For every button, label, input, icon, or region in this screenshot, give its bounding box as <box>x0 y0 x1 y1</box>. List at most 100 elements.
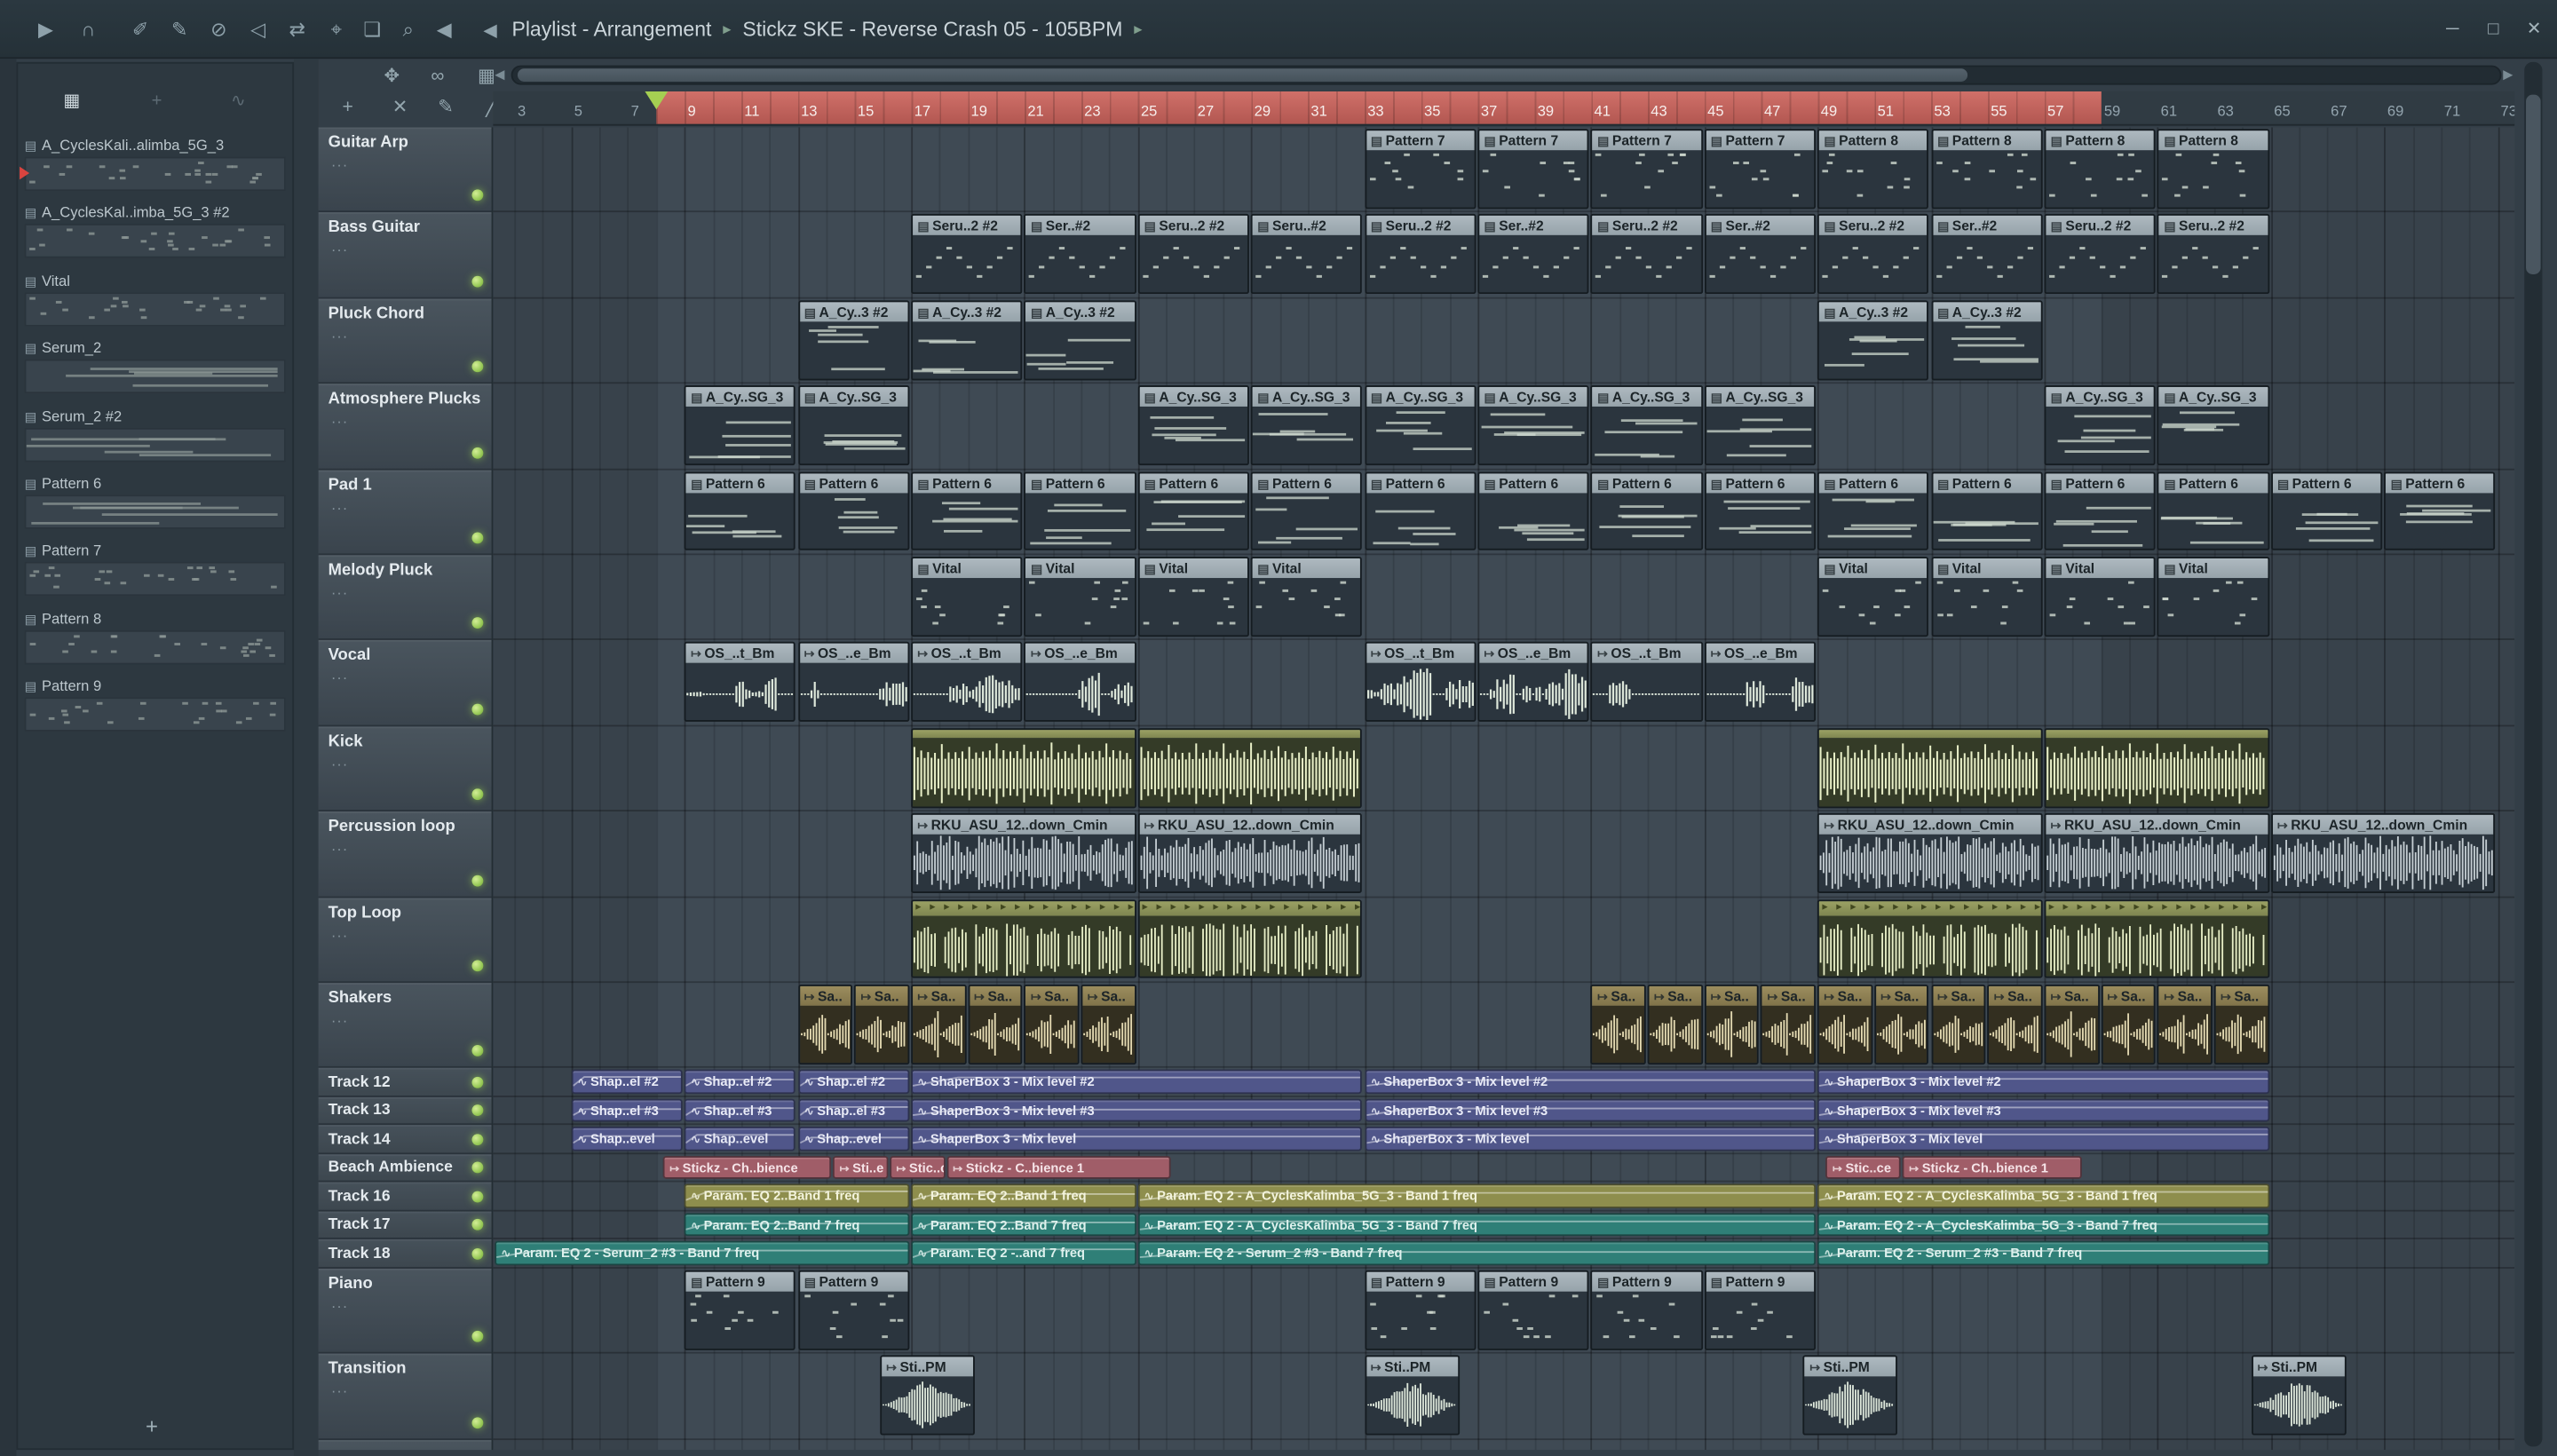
automation-clip[interactable]: ∿ Shap..el #2 <box>684 1070 796 1094</box>
pattern-clip[interactable]: ▤ Pattern 7 <box>1364 129 1476 210</box>
audio-clip[interactable]: ↦ OS_..t_Bm <box>1364 642 1476 723</box>
track-mute-led[interactable] <box>471 447 484 459</box>
audio-clip[interactable]: ↦ Sa.. <box>797 984 853 1064</box>
track-mute-led[interactable] <box>471 1133 484 1145</box>
track-header[interactable]: Track 12 <box>318 1068 492 1097</box>
track-header[interactable]: Shakers... <box>318 983 492 1069</box>
track-options[interactable]: ... <box>331 1009 348 1025</box>
pattern-clip[interactable]: ▤ Pattern 8 <box>1930 129 2043 210</box>
automation-clip[interactable]: ∿ Param. EQ 2..Band 7 freq <box>684 1213 910 1237</box>
pattern-clip[interactable]: ▤ Seru..2 #2 <box>2157 214 2269 295</box>
track-options[interactable]: ... <box>331 154 348 170</box>
automation-clip[interactable]: ∿ ShaperBox 3 - Mix level <box>1817 1127 2269 1151</box>
audio-clip[interactable]: ↦ Stickz - Ch..bience <box>662 1155 832 1180</box>
magnifier-icon[interactable]: ⌕ <box>392 15 424 44</box>
pattern-item[interactable]: ▤ Pattern 7 <box>24 540 286 602</box>
delete-tool-icon[interactable]: ✕ <box>385 95 415 121</box>
automation-clip[interactable]: ∿ Param. EQ 2..Band 1 freq <box>911 1184 1136 1208</box>
pattern-clip[interactable]: ▤ Vital <box>1250 557 1363 637</box>
track-header[interactable]: Track 14 <box>318 1125 492 1155</box>
pattern-clip[interactable]: ▤ A_Cy..3 #2 <box>911 300 1023 380</box>
track-mute-led[interactable] <box>471 960 484 972</box>
track-header[interactable]: Track 17 <box>318 1211 492 1240</box>
automation-clip[interactable]: ∿ ShaperBox 3 - Mix level #3 <box>911 1098 1363 1123</box>
audio-clip[interactable]: ↦ Sa.. <box>911 984 966 1064</box>
pattern-clip[interactable]: ▤ Vital <box>1930 557 2043 637</box>
audio-clip[interactable]: ▸ ▸ ▸ ▸ ▸ ▸ ▸ ▸ ▸ ▸ ▸ ▸ ▸ ▸ ▸ ▸ ▸ <box>1817 898 2043 979</box>
track-options[interactable]: ... <box>331 239 348 255</box>
pattern-clip[interactable]: ▤ A_Cy..3 #2 <box>1930 300 2043 380</box>
audio-clip[interactable]: ↦ Sa.. <box>1704 984 1760 1064</box>
automation-clip[interactable]: ∿ Param. EQ 2 - Serum_2 #3 - Band 7 freq <box>1137 1241 1817 1266</box>
automation-clip[interactable]: ∿ ShaperBox 3 - Mix level #3 <box>1364 1098 1817 1123</box>
automation-clip[interactable]: ∿ Shap..evel <box>797 1127 910 1151</box>
slip-tool-icon[interactable]: ∞ <box>423 64 452 90</box>
pattern-clip[interactable]: ▤ Pattern 9 <box>1704 1270 1817 1350</box>
automation-clip[interactable]: ∿ Shap..evel <box>684 1127 796 1151</box>
pattern-clip[interactable]: ▤ Pattern 6 <box>911 471 1023 551</box>
pattern-clip[interactable]: ▤ Vital <box>1817 557 1929 637</box>
pattern-clip[interactable]: ▤ Seru..2 #2 <box>2044 214 2157 295</box>
audio-clip[interactable]: ↦ Sa.. <box>1987 984 2043 1064</box>
automation-clip[interactable]: ∿ Shap..el #3 <box>571 1098 683 1123</box>
pattern-clip[interactable]: ▤ Vital <box>2157 557 2269 637</box>
audio-clip[interactable]: ↦ Stickz - Ch..bience 1 <box>1902 1155 2083 1180</box>
track-options[interactable]: ... <box>331 923 348 939</box>
automation-clip[interactable]: ∿ ShaperBox 3 - Mix level #2 <box>1817 1070 2269 1094</box>
audio-clip[interactable]: ↦ Sa.. <box>2213 984 2269 1064</box>
audio-clip[interactable] <box>1137 727 1363 808</box>
close-button[interactable]: ✕ <box>2514 0 2553 59</box>
add-track-icon[interactable]: + <box>333 95 362 121</box>
pattern-clip[interactable]: ▤ Pattern 7 <box>1590 129 1703 210</box>
pattern-clip[interactable]: ▤ Ser..#2 <box>1930 214 2043 295</box>
track-options[interactable]: ... <box>331 752 348 768</box>
track-options[interactable]: ... <box>331 838 348 854</box>
pattern-clip[interactable]: ▤ Pattern 6 <box>1137 471 1250 551</box>
headphones-icon[interactable]: ∩ <box>72 15 105 44</box>
track-mute-led[interactable] <box>471 275 484 288</box>
pattern-clip[interactable]: ▤ Ser..#2 <box>1024 214 1136 295</box>
automation-clip[interactable]: ∿ ShaperBox 3 - Mix level #2 <box>1364 1070 1817 1094</box>
pattern-item[interactable]: ▤ A_CyclesKal..imba_5G_3 #2 <box>24 202 286 264</box>
pattern-clip[interactable]: ▤ Pattern 6 <box>797 471 910 551</box>
track-mute-led[interactable] <box>471 190 484 202</box>
speaker-icon[interactable]: ◀ <box>428 15 461 44</box>
track-options[interactable]: ... <box>331 325 348 341</box>
audio-clip[interactable]: ↦ Sa.. <box>2044 984 2100 1064</box>
audio-clip[interactable]: ↦ OS_..t_Bm <box>911 642 1023 723</box>
track-options[interactable]: ... <box>331 410 348 426</box>
track-mute-led[interactable] <box>471 617 484 629</box>
pattern-clip[interactable]: ▤ Pattern 9 <box>1590 1270 1703 1350</box>
audio-clip[interactable] <box>2044 727 2269 808</box>
track-header[interactable]: Percussion loop... <box>318 811 492 898</box>
track-header[interactable]: Melody Pluck... <box>318 555 492 641</box>
pattern-clip[interactable]: ▤ Seru..2 #2 <box>1590 214 1703 295</box>
pattern-clip[interactable]: ▤ A_Cy..SG_3 <box>1364 385 1476 466</box>
target-icon[interactable]: ⌖ <box>320 15 352 44</box>
track-mute-led[interactable] <box>471 1104 484 1117</box>
audio-clip[interactable]: ↦ Sa.. <box>854 984 910 1064</box>
pattern-clip[interactable]: ▤ A_Cy..3 #2 <box>1024 300 1136 380</box>
audio-clip[interactable]: ↦ Sa.. <box>1081 984 1136 1064</box>
pattern-clip[interactable]: ▤ Seru..2 #2 <box>1817 214 1929 295</box>
pattern-clip[interactable]: ▤ A_Cy..SG_3 <box>2157 385 2269 466</box>
pattern-clip[interactable]: ▤ Pattern 7 <box>1477 129 1589 210</box>
pattern-clip[interactable]: ▤ Pattern 9 <box>1477 1270 1589 1350</box>
pattern-clip[interactable]: ▤ Pattern 8 <box>2044 129 2157 210</box>
pattern-clip[interactable]: ▤ Pattern 9 <box>797 1270 910 1350</box>
track-header[interactable]: Track 13 <box>318 1096 492 1126</box>
pattern-clip[interactable]: ▤ Vital <box>1137 557 1250 637</box>
pattern-clip[interactable]: ▤ Vital <box>1024 557 1136 637</box>
pattern-clip[interactable]: ▤ Ser..#2 <box>1477 214 1589 295</box>
pattern-clip[interactable]: ▤ Pattern 6 <box>1364 471 1476 551</box>
pattern-clip[interactable]: ▤ Pattern 6 <box>1590 471 1703 551</box>
pattern-clip[interactable]: ▤ Pattern 6 <box>1817 471 1929 551</box>
audio-clip[interactable]: ↦ Sa.. <box>1647 984 1703 1064</box>
track-mute-led[interactable] <box>471 532 484 544</box>
track-options[interactable]: ... <box>331 495 348 511</box>
track-options[interactable]: ... <box>331 667 348 683</box>
audio-clip[interactable]: ↦ Sa.. <box>1873 984 1929 1064</box>
track-mute-led[interactable] <box>471 874 484 886</box>
automation-clip[interactable]: ∿ Param. EQ 2..Band 7 freq <box>911 1213 1136 1237</box>
audio-clip[interactable]: ↦ Sa.. <box>1761 984 1817 1064</box>
